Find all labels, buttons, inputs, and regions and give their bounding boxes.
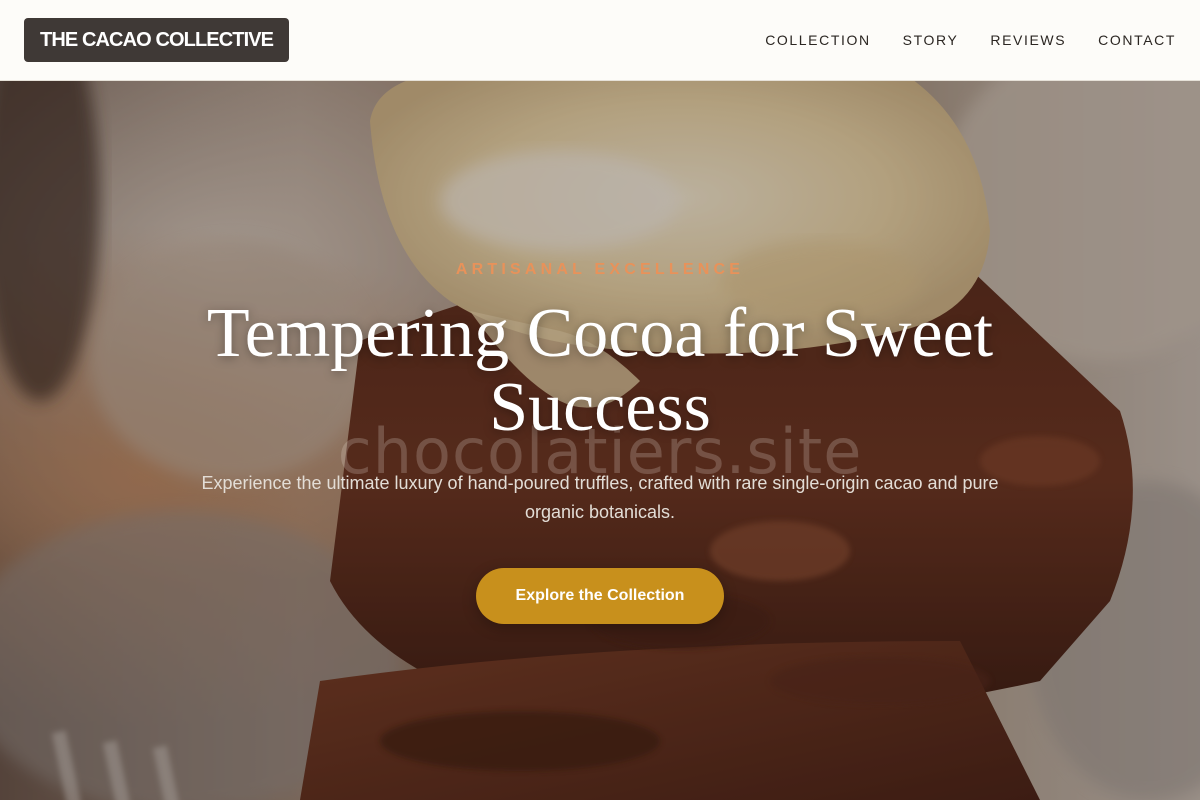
main-nav: COLLECTION STORY REVIEWS CONTACT <box>733 32 1176 48</box>
brand-logo[interactable]: THE CACAO COLLECTIVE <box>24 18 290 62</box>
hero-subtext: Experience the ultimate luxury of hand-p… <box>201 473 999 522</box>
nav-item-contact[interactable]: CONTACT <box>1098 32 1176 48</box>
nav-item-reviews[interactable]: REVIEWS <box>990 32 1066 48</box>
hero-section: chocolatiers.site ARTISANAL EXCELLENCE T… <box>0 81 1200 800</box>
hero-eyebrow: ARTISANAL EXCELLENCE <box>455 261 745 278</box>
explore-collection-button[interactable]: Explore the Collection <box>476 568 724 624</box>
nav-item-story[interactable]: STORY <box>903 32 959 48</box>
site-header: THE CACAO COLLECTIVE COLLECTION STORY RE… <box>0 0 1200 81</box>
hero-headline: Tempering Cocoa for Sweet Success <box>206 295 994 446</box>
nav-item-collection[interactable]: COLLECTION <box>765 32 870 48</box>
hero-content: ARTISANAL EXCELLENCE Tempering Cocoa for… <box>0 261 1200 624</box>
